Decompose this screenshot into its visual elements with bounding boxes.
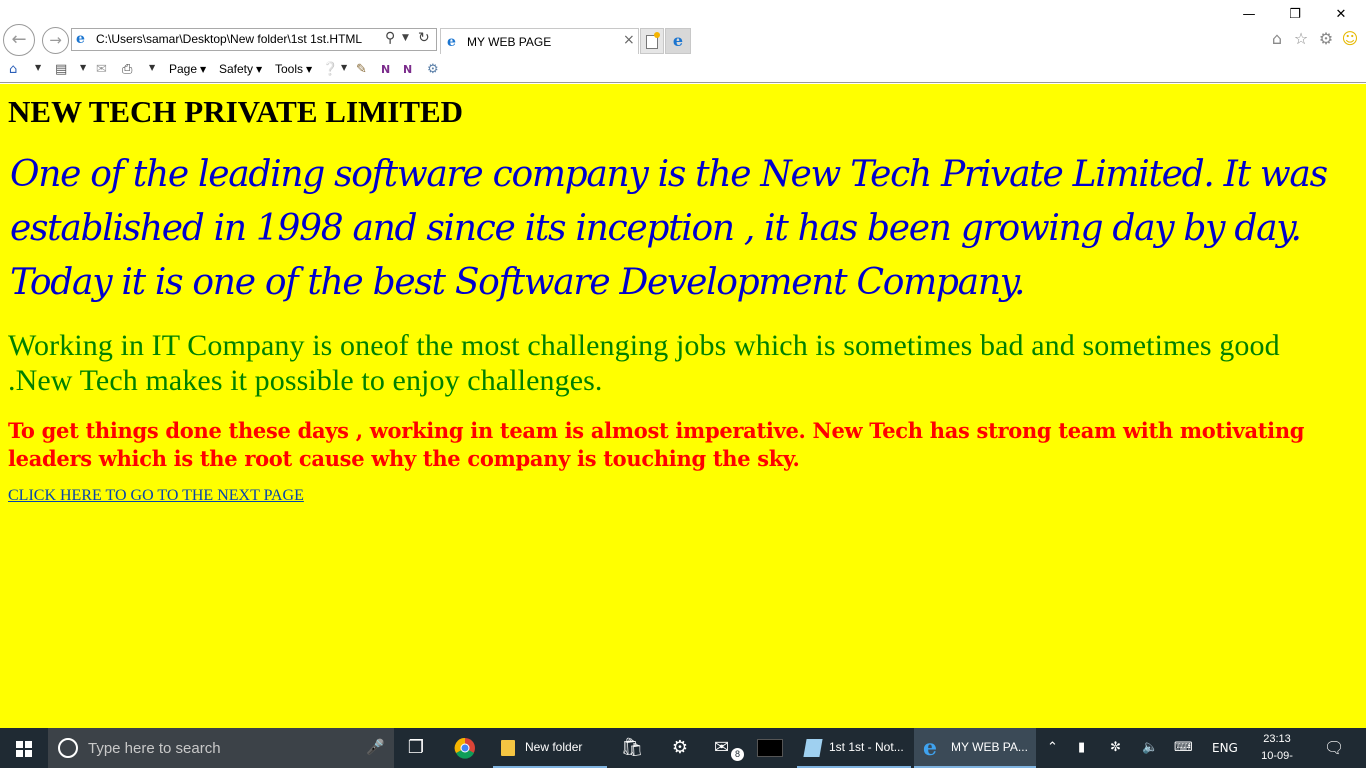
clock-date: 10-09-2017	[1261, 750, 1293, 768]
page-menu[interactable]: Page ▼	[169, 62, 206, 76]
mail-icon: ✉	[714, 737, 730, 758]
notification-icon[interactable]: 🗨	[1324, 728, 1344, 768]
page-menu-label: Page	[169, 62, 198, 76]
chrome-icon	[454, 737, 475, 759]
windows-logo-icon	[16, 741, 32, 757]
tools-menu-label: Tools	[275, 62, 304, 76]
mail-badge: 8	[731, 748, 744, 761]
microphone-icon[interactable]: 🎤	[366, 738, 385, 756]
taskbar-search[interactable]: Type here to search 🎤	[48, 728, 394, 768]
web-page-content: NEW TECH PRIVATE LIMITED One of the lead…	[0, 84, 1366, 728]
language-indicator[interactable]: ENG	[1212, 728, 1238, 768]
refresh-icon[interactable]: ↻	[418, 30, 430, 46]
arrow-left-icon: ←	[11, 29, 27, 50]
taskbar: Type here to search 🎤 ❐ New folder 🛍 ⚙ ✉…	[0, 728, 1366, 768]
new-tab-button[interactable]	[640, 28, 664, 54]
onenote-icon[interactable]: N	[381, 61, 390, 79]
help-icon[interactable]: ❔	[322, 61, 338, 79]
media-app-icon[interactable]	[750, 728, 790, 768]
chevron-down-icon[interactable]: ▼	[341, 63, 347, 72]
chevron-down-icon: ▼	[256, 65, 263, 74]
settings-gear-icon[interactable]: ⚙	[660, 728, 700, 768]
safety-menu-label: Safety	[219, 62, 254, 76]
store-icon[interactable]: 🛍	[612, 728, 652, 768]
tab-my-web-page[interactable]: e MY WEB PAGE ×	[440, 28, 639, 54]
print-icon[interactable]: ⎙	[122, 61, 132, 79]
start-button[interactable]	[0, 728, 48, 768]
taskbar-clock[interactable]: 23:13 10-09-2017	[1252, 731, 1302, 768]
clock-time: 23:13	[1263, 733, 1291, 745]
notepad-icon	[803, 739, 823, 757]
chevron-down-icon[interactable]: ▼	[35, 63, 41, 72]
safety-menu[interactable]: Safety ▼	[219, 62, 262, 76]
chevron-down-icon[interactable]: ▼	[402, 33, 409, 43]
ie-icon: e	[923, 735, 937, 761]
internet-explorer-label: MY WEB PA...	[951, 740, 1028, 754]
notepad-label: 1st 1st - Not...	[829, 740, 904, 754]
next-page-link[interactable]: CLICK HERE TO GO TO THE NEXT PAGE	[8, 487, 304, 505]
restore-button[interactable]: ❐	[1272, 2, 1318, 28]
research-icon[interactable]: ✎	[356, 61, 367, 79]
search-icon[interactable]: ⚲	[385, 30, 395, 46]
chrome-app[interactable]	[444, 728, 488, 768]
minimize-button[interactable]: —	[1226, 2, 1272, 28]
search-placeholder: Type here to search	[88, 740, 221, 757]
tools-menu[interactable]: Tools ▼	[275, 62, 312, 76]
battery-icon[interactable]: ▮	[1078, 728, 1085, 768]
close-icon[interactable]: ×	[623, 32, 635, 48]
gear-icon[interactable]: ⚙	[427, 61, 439, 79]
close-window-button[interactable]: ✕	[1318, 2, 1364, 28]
file-explorer-app[interactable]: New folder	[493, 728, 607, 768]
chevron-down-icon[interactable]: ▼	[149, 63, 155, 72]
gear-icon[interactable]: ⚙	[1315, 28, 1337, 50]
ie-tab-icon: e	[447, 34, 456, 50]
ie-page-icon: e	[76, 31, 85, 47]
chevron-up-icon[interactable]: ⌃	[1047, 728, 1058, 768]
internet-explorer-app[interactable]: e MY WEB PA...	[914, 728, 1036, 768]
forward-button[interactable]: →	[42, 27, 69, 54]
onenote-linked-icon[interactable]: N	[403, 61, 412, 79]
intro-paragraph: One of the leading software company is t…	[10, 154, 1328, 303]
browser-window: ← → e C:\Users\samar\Desktop\New folder\…	[0, 0, 1366, 768]
arrow-right-icon: →	[49, 31, 62, 49]
keyboard-icon[interactable]: ⌨	[1174, 728, 1193, 768]
file-explorer-label: New folder	[525, 740, 583, 754]
mail-icon[interactable]: ✉	[96, 61, 107, 79]
address-url[interactable]: C:\Users\samar\Desktop\New folder\1st 1s…	[96, 32, 362, 46]
chevron-down-icon: ▼	[306, 65, 313, 74]
folder-icon	[501, 740, 515, 756]
feeds-icon[interactable]: ▤	[55, 61, 67, 79]
home-icon[interactable]: ⌂	[9, 61, 17, 79]
page-title: NEW TECH PRIVATE LIMITED	[8, 94, 464, 129]
command-bar: ⌂ ▼ ▤ ▼ ✉ ⎙ ▼ Page ▼ Safety ▼ Tools ▼ ❔ ▼ ✎…	[0, 57, 1366, 83]
mail-app[interactable]: ✉ 8	[706, 728, 746, 768]
team-paragraph: To get things done these days , working …	[8, 418, 1305, 471]
browser-title-row: ← → e C:\Users\samar\Desktop\New folder\…	[0, 0, 1366, 56]
smiley-icon[interactable]: ☺	[1339, 28, 1361, 50]
chevron-down-icon: ▼	[200, 65, 207, 74]
chevron-down-icon[interactable]: ▼	[80, 63, 86, 72]
star-icon[interactable]: ☆	[1290, 28, 1312, 50]
tab-title: MY WEB PAGE	[467, 35, 552, 49]
cortana-icon	[58, 738, 78, 758]
task-view-icon[interactable]: ❐	[396, 728, 436, 768]
home-icon[interactable]: ⌂	[1266, 28, 1288, 50]
challenges-paragraph: Working in IT Company is oneof the most …	[8, 329, 1280, 397]
address-bar[interactable]: e C:\Users\samar\Desktop\New folder\1st …	[71, 28, 437, 51]
edge-icon[interactable]: e	[665, 28, 691, 54]
volume-icon[interactable]: 🔈	[1142, 728, 1158, 768]
notepad-app[interactable]: 1st 1st - Not...	[797, 728, 911, 768]
back-button[interactable]: ←	[3, 24, 35, 56]
wifi-icon[interactable]: ✼	[1110, 728, 1121, 768]
